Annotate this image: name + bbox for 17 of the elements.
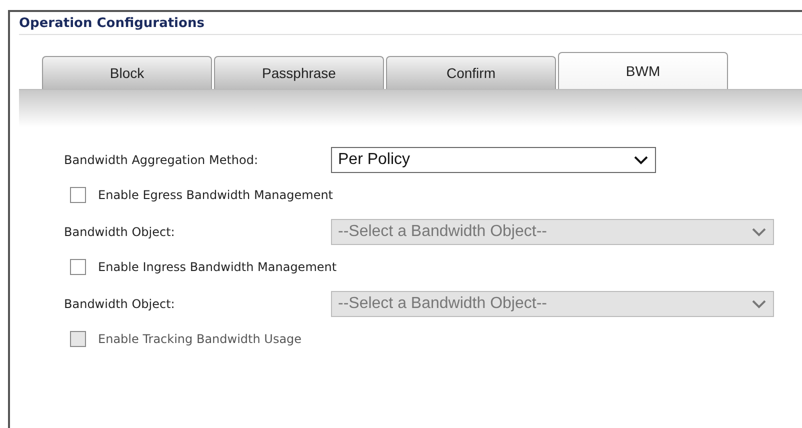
tab[interactable]: Block [42, 56, 212, 89]
checkbox[interactable] [70, 259, 86, 275]
caret-icon [633, 154, 649, 164]
tab[interactable]: BWM [558, 52, 728, 89]
checkbox-label: Enable Tracking Bandwidth Usage [98, 332, 302, 346]
checkbox-label: Enable Ingress Bandwidth Management [98, 260, 337, 274]
section-title: Operation Configurations [19, 12, 802, 35]
dropdown[interactable]: Per Policy [331, 146, 656, 172]
checkbox[interactable] [70, 187, 86, 203]
field-label: Bandwidth Object: [64, 296, 176, 310]
field-label: Bandwidth Aggregation Method: [64, 152, 260, 166]
checkbox-label: Enable Egress Bandwidth Management [98, 188, 334, 202]
tab[interactable]: Confirm [386, 56, 556, 89]
caret-icon [751, 226, 767, 236]
caret-icon [751, 298, 767, 308]
field-label: Bandwidth Object: [64, 224, 176, 238]
tab[interactable]: Passphrase [214, 56, 384, 89]
